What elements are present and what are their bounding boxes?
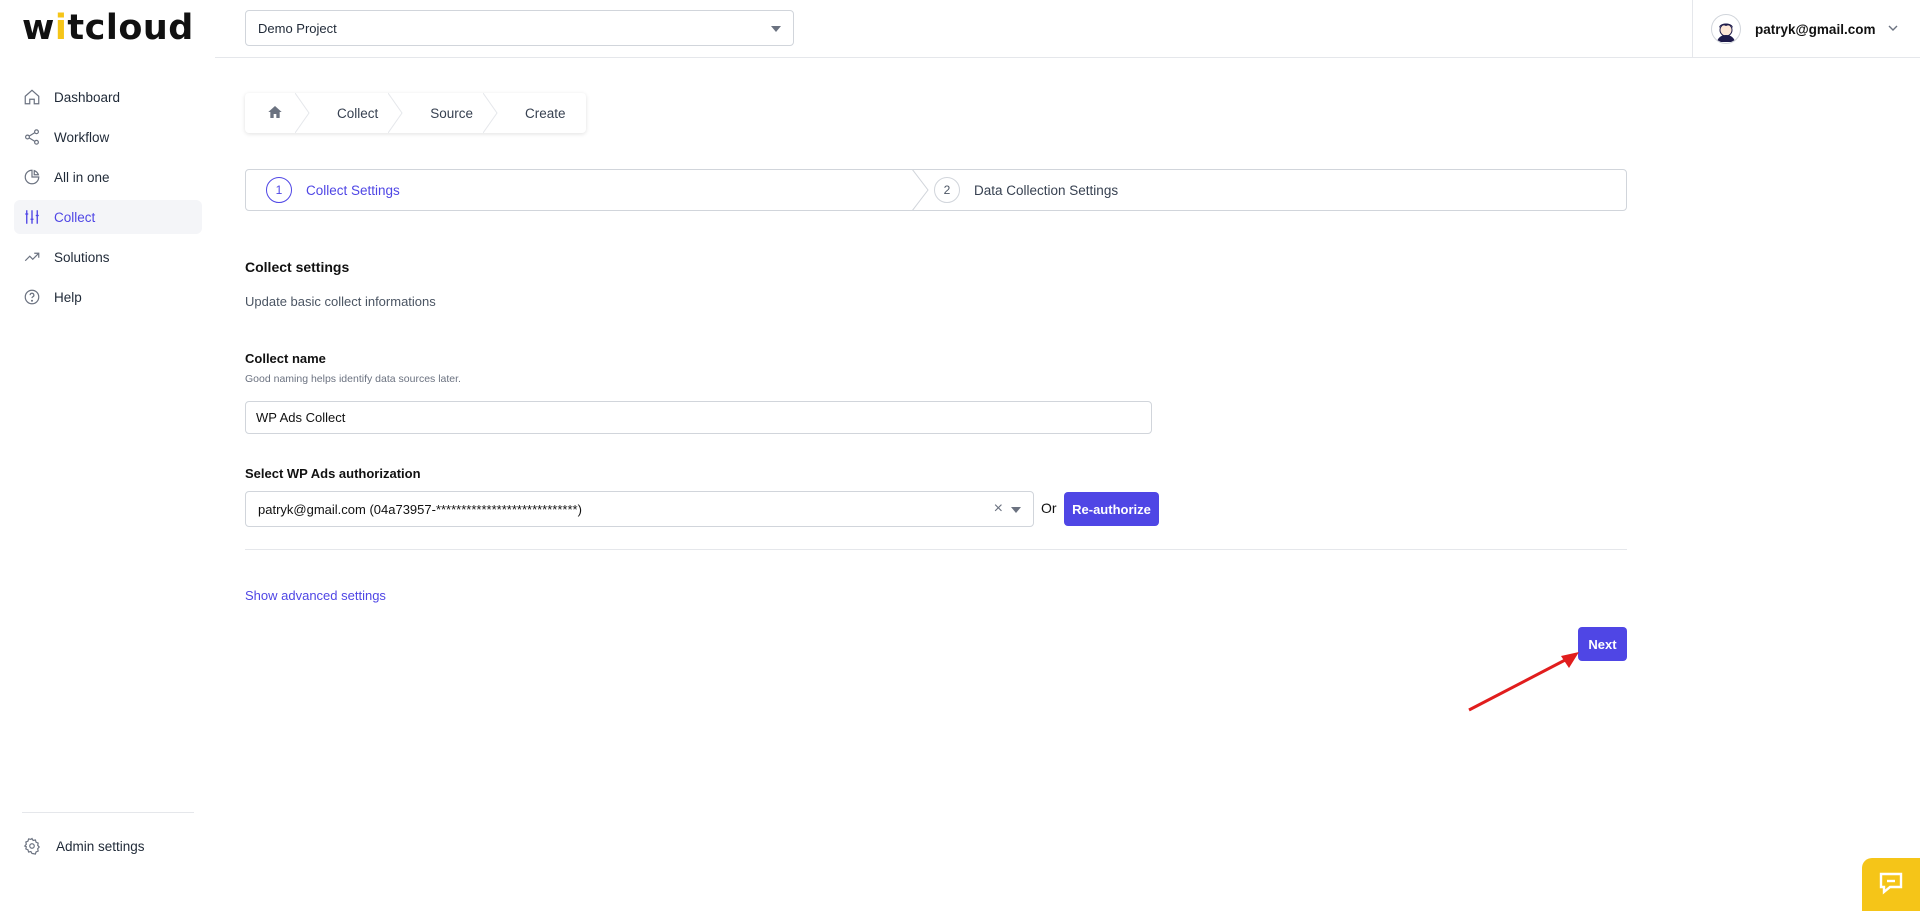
caret-down-icon — [1011, 507, 1021, 513]
sidebar-item-all-in-one[interactable]: All in one — [14, 160, 202, 194]
step-number: 2 — [934, 177, 960, 203]
collect-name-input[interactable] — [245, 401, 1152, 434]
breadcrumb-separator — [483, 93, 498, 133]
admin-settings-link[interactable]: Admin settings — [22, 836, 145, 856]
step-label: Data Collection Settings — [974, 182, 1119, 198]
sidebar-item-help[interactable]: Help — [14, 280, 202, 314]
project-select-value: Demo Project — [258, 20, 337, 36]
witcloud-logo[interactable]: witcloud — [22, 8, 194, 48]
authorization-label: Select WP Ads authorization — [245, 466, 421, 481]
sidebar-item-solutions[interactable]: Solutions — [14, 240, 202, 274]
sidebar-nav: Dashboard Workflow All in one Collect So… — [14, 80, 202, 320]
authorization-select-value: patryk@gmail.com (04a73957-*************… — [258, 501, 582, 517]
clear-icon[interactable]: × — [994, 500, 1003, 518]
sidebar-item-label: Collect — [54, 209, 96, 225]
authorization-select[interactable]: patryk@gmail.com (04a73957-*************… — [245, 491, 1034, 527]
trending-up-icon — [22, 247, 42, 267]
breadcrumb-source[interactable]: Source — [398, 93, 498, 133]
user-email: patryk@gmail.com — [1755, 21, 1876, 37]
sidebar-item-workflow[interactable]: Workflow — [14, 120, 202, 154]
share-icon — [22, 127, 42, 147]
step-label: Collect Settings — [306, 182, 400, 198]
collect-name-label: Collect name — [245, 351, 326, 366]
caret-down-icon — [771, 26, 781, 32]
home-icon — [267, 104, 283, 123]
top-header: Demo Project patryk@gmail.com — [215, 0, 1920, 58]
form-divider — [245, 549, 1627, 550]
stepper: 1 Collect Settings 2 Data Collection Set… — [245, 169, 1627, 211]
user-menu[interactable]: patryk@gmail.com — [1692, 0, 1920, 58]
sidebar-item-label: Workflow — [54, 129, 110, 145]
sidebar: witcloud Dashboard Workflow All in one C… — [0, 0, 215, 911]
next-button[interactable]: Next — [1578, 627, 1627, 661]
step-data-collection-settings[interactable]: 2 Data Collection Settings — [922, 170, 1626, 210]
gear-icon — [22, 836, 42, 856]
breadcrumb-create: Create — [493, 93, 586, 133]
sliders-icon — [22, 207, 42, 227]
admin-settings-label: Admin settings — [56, 838, 145, 854]
step-number: 1 — [266, 177, 292, 203]
pie-chart-icon — [22, 167, 42, 187]
breadcrumb-separator — [388, 93, 403, 133]
section-subtitle: Update basic collect informations — [245, 294, 436, 309]
sidebar-divider — [22, 812, 194, 813]
breadcrumb-label: Collect — [337, 105, 379, 121]
sidebar-item-label: Help — [54, 289, 82, 305]
chevron-down-icon — [1887, 22, 1899, 37]
sidebar-item-label: All in one — [54, 169, 110, 185]
breadcrumb-separator — [295, 93, 310, 133]
section-title: Collect settings — [245, 259, 350, 275]
home-icon — [22, 87, 42, 107]
breadcrumb-collect[interactable]: Collect — [305, 93, 403, 133]
reauthorize-button[interactable]: Re-authorize — [1064, 492, 1159, 526]
avatar — [1711, 14, 1741, 44]
show-advanced-settings-link[interactable]: Show advanced settings — [245, 588, 386, 603]
annotation-arrow-icon — [1468, 652, 1579, 712]
chat-bubble-icon — [1877, 870, 1905, 899]
help-circle-icon — [22, 287, 42, 307]
step-separator — [912, 169, 929, 211]
breadcrumb-label: Source — [430, 105, 474, 121]
breadcrumb-label: Create — [525, 105, 566, 121]
collect-name-help: Good naming helps identify data sources … — [245, 373, 461, 385]
breadcrumb: Collect Source Create — [245, 93, 586, 133]
breadcrumb-home[interactable] — [245, 93, 310, 133]
sidebar-item-dashboard[interactable]: Dashboard — [14, 80, 202, 114]
chat-widget-button[interactable] — [1862, 858, 1920, 911]
sidebar-item-label: Dashboard — [54, 89, 121, 105]
project-select[interactable]: Demo Project — [245, 10, 794, 46]
or-separator-text: Or — [1041, 500, 1057, 516]
sidebar-item-label: Solutions — [54, 249, 110, 265]
step-collect-settings[interactable]: 1 Collect Settings — [246, 169, 929, 211]
sidebar-item-collect[interactable]: Collect — [14, 200, 202, 234]
